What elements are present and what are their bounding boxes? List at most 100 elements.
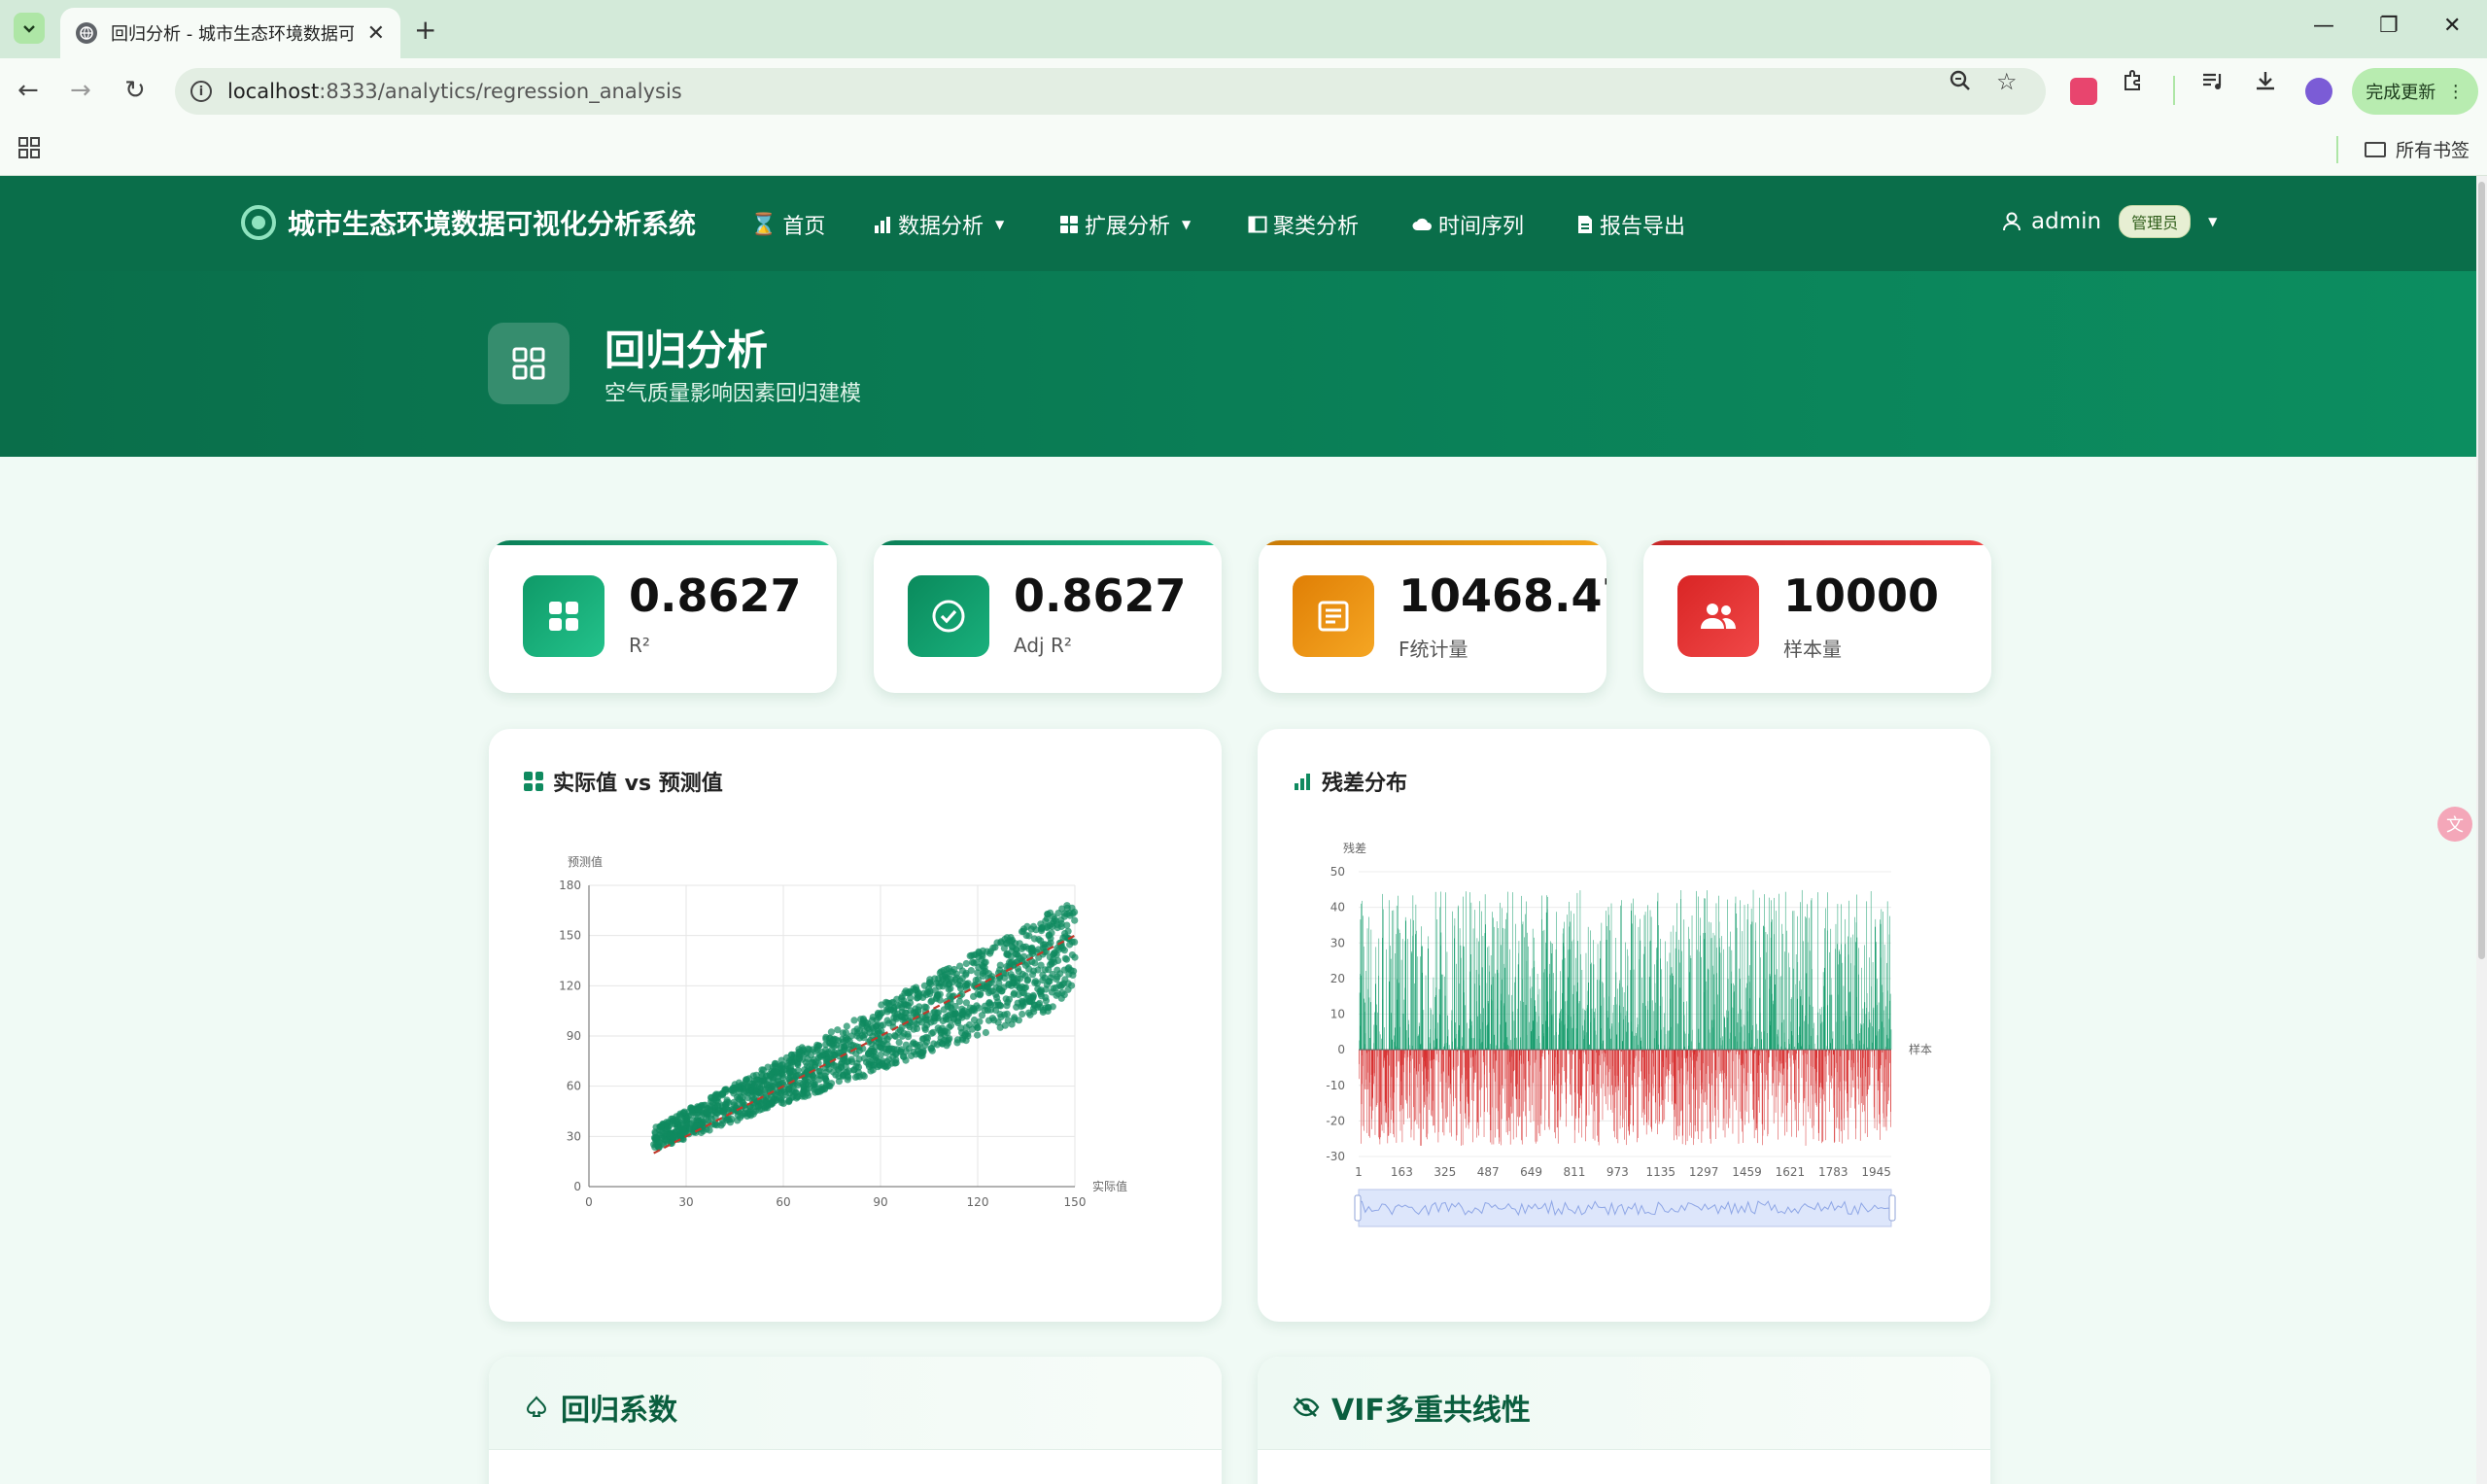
residual-bar <box>1388 900 1390 1051</box>
y-axis-label: 残差 <box>1343 842 1366 855</box>
scatter-point <box>743 1076 751 1084</box>
residual-bar <box>1411 952 1413 1051</box>
residual-bar <box>1465 1050 1467 1081</box>
extensions-puzzle-icon[interactable] <box>2121 68 2146 99</box>
minimize-icon[interactable]: — <box>2313 14 2334 38</box>
residual-bar <box>1868 1050 1870 1087</box>
residual-bar <box>1678 962 1680 1051</box>
residual-bar <box>1728 1011 1729 1051</box>
new-tab-icon[interactable]: + <box>414 14 436 46</box>
residual-bar <box>1887 1050 1888 1105</box>
residual-bar <box>1523 1050 1524 1064</box>
reload-icon[interactable]: ↻ <box>124 76 146 105</box>
restore-icon[interactable]: ❐ <box>2379 14 2399 38</box>
residual-bar <box>1422 1050 1423 1057</box>
cloud-icon <box>1412 218 1432 230</box>
residual-bar <box>1512 1011 1514 1051</box>
residual-bar <box>1532 1050 1533 1106</box>
residual-bar <box>1803 1050 1805 1102</box>
tab-close-icon[interactable]: ✕ <box>367 21 385 46</box>
residual-bar <box>1565 1050 1566 1083</box>
residual-bar <box>1568 977 1569 1051</box>
media-control-icon[interactable] <box>2200 68 2226 99</box>
nav-item-time-series[interactable]: 时间序列 <box>1411 209 1524 240</box>
profile-avatar-icon[interactable] <box>2305 78 2332 105</box>
residual-bar <box>1671 967 1673 1051</box>
scrollbar-thumb[interactable] <box>2478 182 2485 959</box>
residual-bar <box>1534 960 1536 1051</box>
translate-extension-icon[interactable] <box>2070 78 2097 105</box>
residual-bar <box>1493 1050 1494 1069</box>
residual-bar <box>1379 1050 1381 1145</box>
residual-bar <box>1649 1050 1650 1093</box>
residual-bar <box>1561 1050 1563 1094</box>
apps-grid-icon[interactable] <box>17 136 41 165</box>
page-scrollbar[interactable] <box>2476 176 2487 1484</box>
residual-bar <box>1787 1050 1789 1054</box>
user-menu[interactable]: admin 管理员 ▼ <box>2002 205 2217 238</box>
residual-chart[interactable]: -30 -20 -10 0 10 20 30 40 50 残差样本 1 163 325 487 649 811… <box>1258 822 1990 1308</box>
all-bookmarks-folder[interactable]: 所有书签 <box>2364 136 2470 162</box>
residual-bar <box>1447 1050 1448 1118</box>
nav-item-report-export[interactable]: 报告导出 <box>1576 209 1685 240</box>
residual-bar <box>1646 1050 1648 1085</box>
residual-bar <box>1590 964 1592 1051</box>
residual-bar <box>1579 1050 1580 1108</box>
scatter-point <box>769 1099 777 1107</box>
residual-bar <box>1392 1039 1394 1051</box>
residual-bar <box>1720 1050 1722 1074</box>
zoom-icon[interactable] <box>1948 68 1973 99</box>
site-info-icon[interactable]: i <box>190 81 212 102</box>
scatter-point <box>991 944 999 951</box>
residual-bar <box>1429 1050 1431 1061</box>
residual-bar <box>1513 1050 1514 1072</box>
residual-bar <box>1476 1001 1477 1051</box>
nav-item-cluster-analysis[interactable]: 聚类分析 <box>1248 209 1359 240</box>
residual-bar <box>1672 1050 1673 1105</box>
residual-bar <box>1745 1050 1746 1053</box>
residual-bar <box>1822 1050 1824 1141</box>
forward-icon[interactable]: → <box>70 76 91 105</box>
scatter-point <box>810 1081 818 1089</box>
page-subtitle: 空气质量影响因素回归建模 <box>604 382 862 406</box>
scatter-point <box>845 1073 852 1081</box>
residual-bar <box>1535 1006 1536 1051</box>
residual-bar <box>1391 1013 1392 1051</box>
residual-bar <box>1884 1050 1886 1127</box>
residual-bar <box>1708 1050 1709 1066</box>
residual-bar <box>1597 944 1599 1051</box>
residual-bar <box>1599 1050 1600 1055</box>
stat-card-r2: 0.8627 R² <box>489 540 837 693</box>
floating-translate-icon[interactable]: 文 <box>2437 807 2472 842</box>
download-icon[interactable] <box>2253 68 2278 99</box>
brand[interactable]: 城市生态环境数据可视化分析系统 <box>241 203 696 242</box>
residual-bar <box>1402 1014 1404 1051</box>
residual-bar <box>1362 900 1363 1051</box>
residual-bar <box>1726 1010 1727 1051</box>
coefficients-title: 回归系数 <box>524 1386 677 1429</box>
residual-bar <box>1746 1050 1747 1091</box>
nav-item-extended-analysis[interactable]: 扩展分析 ▼ <box>1059 209 1191 240</box>
tab-search-button[interactable] <box>14 13 45 44</box>
residual-bar <box>1448 1050 1450 1077</box>
update-button[interactable]: 完成更新 ⋮ <box>2352 68 2478 115</box>
residual-bar <box>1642 1003 1643 1051</box>
address-bar[interactable]: i localhost:8333/analytics/regression_an… <box>175 68 2046 115</box>
scatter-chart[interactable]: 0 30 60 90 120 150 180 0 30 60 90 120 150 预测值实际值 <box>489 822 1222 1308</box>
residual-bar <box>1477 1016 1478 1051</box>
residual-bar <box>1470 1050 1471 1058</box>
browser-tab[interactable]: 回归分析 - 城市生态环境数据可视化分析系统 ✕ <box>60 8 400 58</box>
residual-bar <box>1566 1050 1568 1079</box>
residual-bar <box>1614 1050 1616 1092</box>
nav-item-home[interactable]: ⌛ 首页 <box>750 209 825 240</box>
residual-bar <box>1498 1050 1499 1112</box>
residual-bar <box>1427 949 1429 1051</box>
residual-bar <box>1523 1002 1525 1051</box>
bookmark-star-icon[interactable]: ☆ <box>1996 68 2018 95</box>
nav-item-data-analysis[interactable]: 数据分析 ▼ <box>873 209 1004 240</box>
residual-bar <box>1570 1017 1572 1051</box>
close-window-icon[interactable]: ✕ <box>2443 14 2461 38</box>
residual-bar <box>1585 1050 1586 1142</box>
back-icon[interactable]: ← <box>17 76 39 105</box>
residual-bar <box>1510 1050 1512 1084</box>
